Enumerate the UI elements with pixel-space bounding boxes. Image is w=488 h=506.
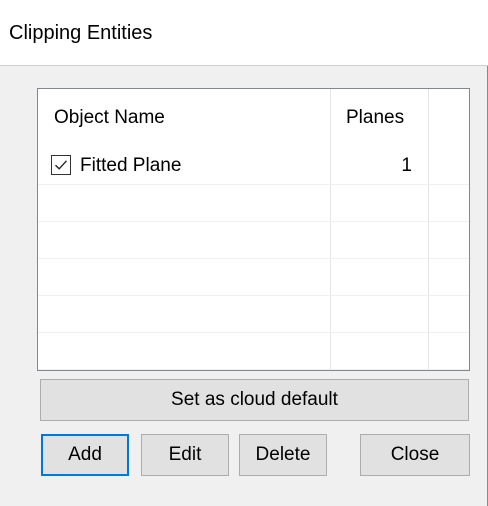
clipping-entities-list[interactable]: Object Name Planes Fitted Plane 1 — [37, 88, 470, 371]
column-header-object-name[interactable]: Object Name — [54, 89, 330, 147]
list-row[interactable]: Fitted Plane 1 — [38, 147, 469, 184]
grid-line — [38, 221, 469, 222]
row-planes: 1 — [401, 155, 412, 176]
list-header: Object Name Planes — [38, 89, 469, 147]
grid-line — [38, 369, 469, 370]
column-divider[interactable] — [428, 89, 429, 370]
clipping-entities-dialog: Clipping Entities Object Name Planes Fit… — [0, 0, 488, 506]
checkmark-icon — [55, 160, 68, 170]
column-divider[interactable] — [330, 89, 331, 370]
row-object-name: Fitted Plane — [80, 155, 182, 176]
delete-button[interactable]: Delete — [239, 434, 327, 476]
grid-line — [38, 295, 469, 296]
set-as-cloud-default-button[interactable]: Set as cloud default — [40, 379, 469, 421]
window-title: Clipping Entities — [9, 22, 153, 44]
title-bar: Clipping Entities — [0, 0, 488, 66]
grid-line — [38, 332, 469, 333]
add-button[interactable]: Add — [41, 434, 129, 476]
column-header-planes[interactable]: Planes — [332, 89, 428, 147]
grid-line — [38, 258, 469, 259]
row-checkbox[interactable] — [51, 155, 71, 175]
close-button[interactable]: Close — [360, 434, 470, 476]
edit-button[interactable]: Edit — [141, 434, 229, 476]
grid-line — [38, 184, 469, 185]
